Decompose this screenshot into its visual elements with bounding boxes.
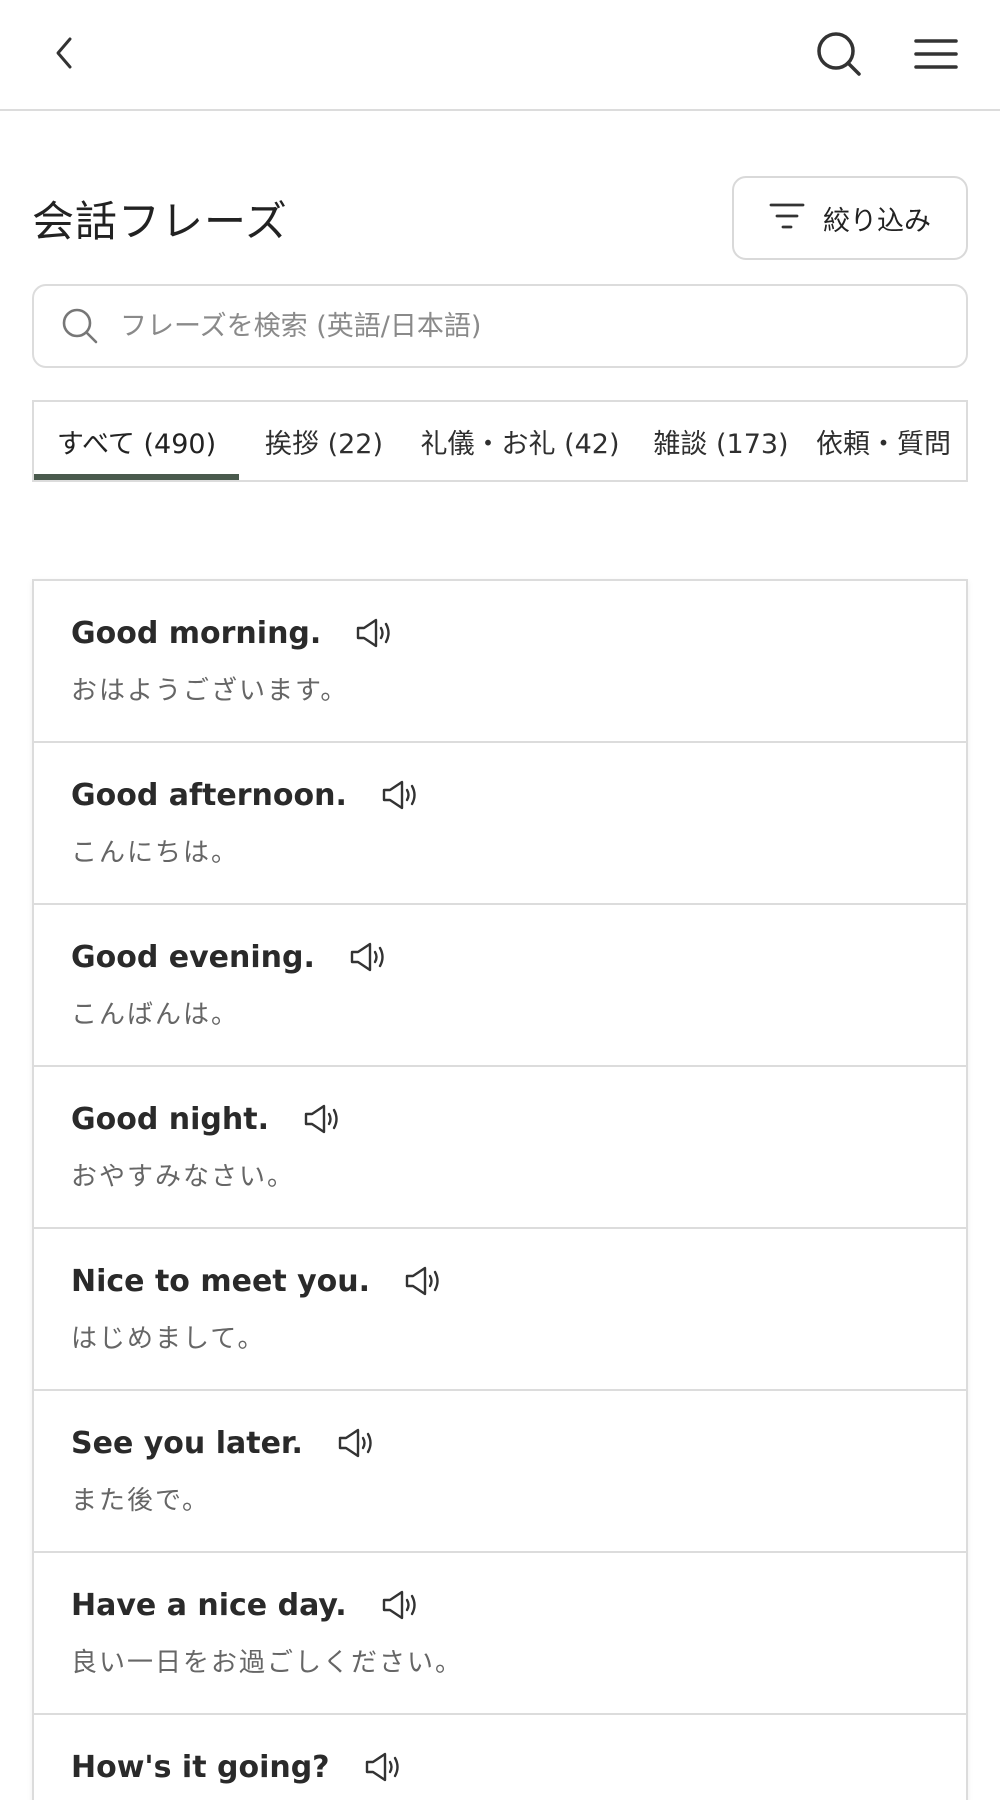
phrase-english: Have a nice day.: [71, 1587, 347, 1623]
phrase-english: Nice to meet you.: [71, 1263, 371, 1299]
filter-icon: [769, 201, 805, 235]
speaker-icon[interactable]: [381, 777, 425, 813]
speaker-icon[interactable]: [381, 1587, 425, 1623]
chevron-left-icon: [50, 36, 80, 74]
tab-etiquette[interactable]: 礼儀・お礼 (42): [410, 402, 630, 480]
speaker-icon[interactable]: [337, 1425, 381, 1461]
phrase-japanese: 良い一日をお過ごしください。: [71, 1648, 464, 1678]
phrase-item[interactable]: Good night. おやすみなさい。: [34, 1067, 966, 1229]
speaker-icon[interactable]: [303, 1101, 347, 1137]
hamburger-menu-icon: [914, 36, 958, 76]
top-app-bar: [0, 0, 1000, 111]
search-icon: [58, 304, 102, 348]
phrase-item[interactable]: Good afternoon. こんにちは。: [34, 743, 966, 905]
page-title: 会話フレーズ: [32, 197, 288, 246]
phrase-english: See you later.: [71, 1425, 303, 1461]
phrase-japanese: こんにちは。: [71, 838, 240, 868]
phrase-japanese: はじめまして。: [71, 1324, 266, 1354]
phrase-english: Good afternoon.: [71, 777, 347, 813]
phrase-item[interactable]: See you later. また後で。: [34, 1391, 966, 1553]
phrase-japanese: こんばんは。: [71, 1000, 240, 1030]
phrase-english: Good night.: [71, 1101, 269, 1137]
back-button[interactable]: [40, 30, 90, 80]
phrase-english: How's it going?: [71, 1749, 330, 1785]
speaker-icon[interactable]: [355, 615, 399, 651]
category-tabs: すべて (490) 挨拶 (22) 礼儀・お礼 (42) 雑談 (173) 依頼…: [32, 400, 968, 482]
phrase-list: Good morning. おはようございます。 Good afternoon.…: [32, 579, 968, 1800]
search-icon: [815, 30, 863, 82]
search-box: [32, 284, 968, 368]
phrase-item[interactable]: How's it going?: [34, 1715, 966, 1800]
filter-button[interactable]: 絞り込み: [732, 176, 968, 260]
search-input[interactable]: [120, 296, 940, 356]
phrase-item[interactable]: Good morning. おはようございます。: [34, 581, 966, 743]
phrase-english: Good morning.: [71, 615, 322, 651]
phrase-japanese: また後で。: [71, 1486, 210, 1516]
phrase-japanese: おはようございます。: [71, 676, 349, 706]
speaker-icon[interactable]: [349, 939, 393, 975]
phrase-item[interactable]: Good evening. こんばんは。: [34, 905, 966, 1067]
speaker-icon[interactable]: [404, 1263, 448, 1299]
tab-requests[interactable]: 依頼・質問: [816, 402, 966, 480]
phrase-japanese: おやすみなさい。: [71, 1162, 296, 1192]
phrase-english: Good evening.: [71, 939, 315, 975]
tab-greetings[interactable]: 挨拶 (22): [246, 402, 402, 480]
speaker-icon[interactable]: [364, 1749, 408, 1785]
phrase-item[interactable]: Have a nice day. 良い一日をお過ごしください。: [34, 1553, 966, 1715]
phrase-page: 会話フレーズ 絞り込み すべて (490) 挨拶 (22) 礼儀・お礼 (42)…: [0, 0, 1000, 1800]
menu-button[interactable]: [906, 28, 966, 84]
tab-all[interactable]: すべて (490): [34, 402, 239, 480]
search-button[interactable]: [811, 28, 867, 84]
tab-small-talk[interactable]: 雑談 (173): [638, 402, 804, 480]
phrase-item[interactable]: Nice to meet you. はじめまして。: [34, 1229, 966, 1391]
filter-label: 絞り込み: [823, 205, 931, 237]
